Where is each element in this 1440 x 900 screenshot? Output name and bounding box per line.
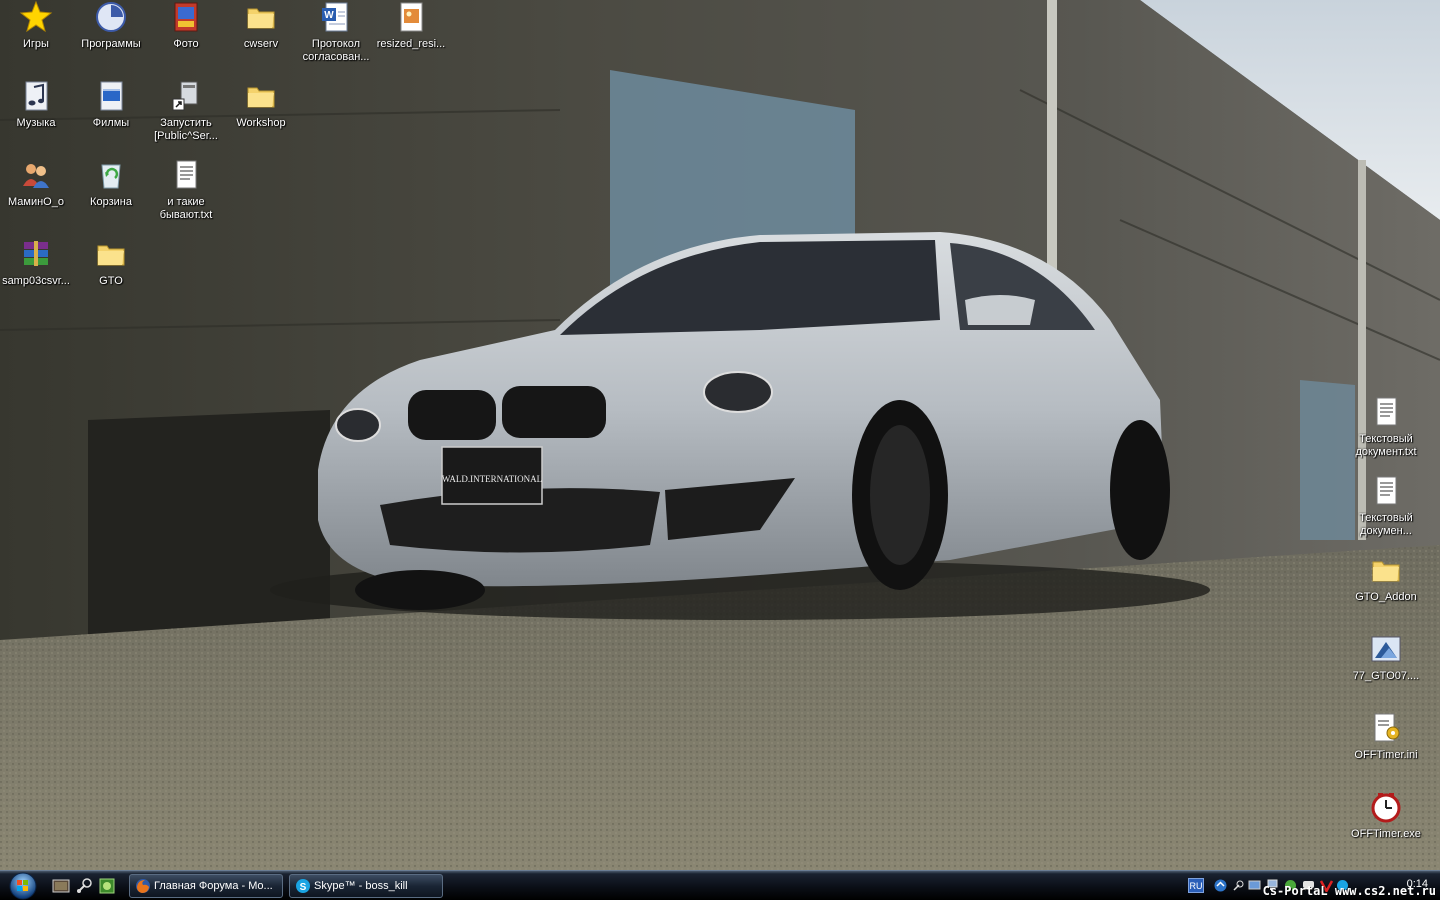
show-desktop-icon: [52, 879, 70, 893]
quick-launch-steam[interactable]: [75, 877, 93, 895]
desktop-icon-label: GTO_Addon: [1355, 591, 1417, 603]
image-file-icon: [1371, 636, 1401, 662]
text-file-icon: [1376, 397, 1397, 426]
desktop-icon-and-such-txt[interactable]: и такие бывают.txt: [148, 158, 224, 222]
start-button[interactable]: [4, 872, 42, 900]
desktop-icon-label: и такие бывают.txt: [159, 196, 213, 221]
desktop-icon-label: samp03csvr...: [2, 275, 70, 287]
desktop-icon-label: Корзина: [90, 196, 132, 208]
folder-icon: [1372, 561, 1400, 582]
shortcut-app-icon: [172, 81, 198, 111]
desktop-icon-label: Протокол согласован...: [302, 38, 370, 63]
word-doc-icon: W: [322, 2, 348, 32]
ini-file-icon: [1374, 713, 1400, 742]
desktop-icon-photo[interactable]: Фото: [148, 0, 224, 51]
desktop-icon-launch-server[interactable]: Запустить [Public^Ser...: [148, 79, 224, 143]
desktop-icon-label: OFFTimer.exe: [1351, 828, 1421, 840]
desktop-icon-label: Филмы: [92, 117, 130, 129]
programs-icon: [96, 2, 126, 32]
desktop-icon-protocol[interactable]: W Протокол согласован...: [298, 0, 374, 64]
taskbar-button-label: Skype™ - boss_kill: [314, 880, 408, 892]
desktop-icon-workshop[interactable]: Workshop: [223, 79, 299, 130]
desktop-icon-games[interactable]: Игры: [0, 0, 74, 51]
desktop-icon-text-document-2[interactable]: Текстовый докумен...: [1348, 474, 1424, 538]
folder-icon: [97, 245, 125, 266]
desktop-icon-label: OFFTimer.ini: [1354, 749, 1418, 761]
steam-tray-icon[interactable]: [1232, 879, 1245, 892]
language-indicator[interactable]: RU: [1188, 878, 1204, 893]
desktop-icon-label: cwserv: [243, 38, 279, 50]
desktop-icon-gto-addon[interactable]: GTO_Addon: [1348, 553, 1424, 604]
clock-app-icon: [1371, 793, 1401, 823]
taskbar-button-firefox[interactable]: Главная Форума - Mo...: [129, 874, 283, 898]
desktop-icon-movies[interactable]: Филмы: [73, 79, 149, 130]
desktop-icon-recycle-bin[interactable]: Корзина: [73, 158, 149, 209]
desktop-icon-label: Фото: [173, 38, 199, 50]
desktop-icon-label: Музыка: [16, 117, 56, 129]
recycle-bin-icon: [101, 164, 121, 189]
license-plate-text: WALD.INTERNATIONAL: [442, 474, 542, 484]
star-icon: [19, 0, 53, 33]
taskbar-button-skype[interactable]: S Skype™ - boss_kill: [289, 874, 443, 898]
taskbar-button-label: Главная Форума - Mo...: [154, 880, 273, 892]
desktop-icon-label: Текстовый документ.txt: [1355, 433, 1417, 458]
desktop-icon-offtimer-ini[interactable]: OFFTimer.ini: [1348, 711, 1424, 762]
music-icon: [25, 81, 48, 111]
desktop-icon-gto[interactable]: GTO: [73, 237, 149, 288]
video-icon: [100, 81, 123, 111]
text-file-icon: [176, 160, 197, 189]
winrar-icon: [24, 241, 48, 266]
desktop-icon-mamino[interactable]: МаминО_о: [0, 158, 74, 209]
desktop-icon-label: Текстовый докумен...: [1359, 512, 1413, 537]
desktop-icon-music[interactable]: Музыка: [0, 79, 74, 130]
windows-orb-icon: [9, 872, 37, 900]
desktop-icon-offtimer-exe[interactable]: OFFTimer.exe: [1348, 790, 1424, 841]
desktop-icon-label: resized_resi...: [376, 38, 446, 50]
desktop-icon-text-document[interactable]: Текстовый документ.txt: [1348, 395, 1424, 459]
text-file-icon: [1376, 476, 1397, 505]
desktop-icon-77-gto07[interactable]: 77_GTO07....: [1348, 632, 1424, 683]
taskbar: Главная Форума - Mo... S Skype™ - boss_k…: [0, 870, 1440, 900]
desktop-icon-programs[interactable]: Программы: [73, 0, 149, 51]
steam-icon: [77, 878, 92, 893]
desktop-icon-cwserv[interactable]: cwserv: [223, 0, 299, 51]
skype-icon: S: [296, 879, 310, 893]
green-app-icon: [99, 878, 115, 894]
desktop-icon-resized-image[interactable]: resized_resi...: [373, 0, 449, 51]
quick-launch-green-app[interactable]: [98, 877, 116, 895]
svg-text:W: W: [324, 10, 334, 21]
site-watermark: Cs-PortaL www.cs2.net.ru: [1262, 884, 1436, 898]
firefox-icon: [136, 879, 150, 893]
image-file-icon: [400, 2, 423, 32]
desktop-icon-samp03csvr[interactable]: samp03csvr...: [0, 237, 74, 288]
quick-launch-show-desktop[interactable]: [52, 877, 70, 895]
desktop-icon-label: 77_GTO07....: [1352, 670, 1420, 682]
desktop-icon-label: МаминО_о: [8, 196, 64, 208]
desktop-icon-label: GTO: [99, 275, 123, 287]
desktop-icon-label: Игры: [23, 38, 49, 50]
monitor-tray-icon[interactable]: [1248, 879, 1261, 892]
desktop-icon-label: Программы: [81, 38, 141, 50]
network-icon[interactable]: [1214, 879, 1227, 892]
desktop-icon-label: Workshop: [236, 117, 286, 129]
users-icon: [23, 164, 49, 188]
folder-icon: [247, 87, 275, 108]
photo-icon: [174, 2, 198, 32]
folder-icon: [247, 8, 275, 29]
svg-text:S: S: [300, 882, 307, 893]
system-tray: RU 0:14 Cs-PortaL www.cs2.net.ru: [1180, 871, 1440, 900]
desktop-icon-label: Запустить [Public^Ser...: [154, 117, 218, 142]
